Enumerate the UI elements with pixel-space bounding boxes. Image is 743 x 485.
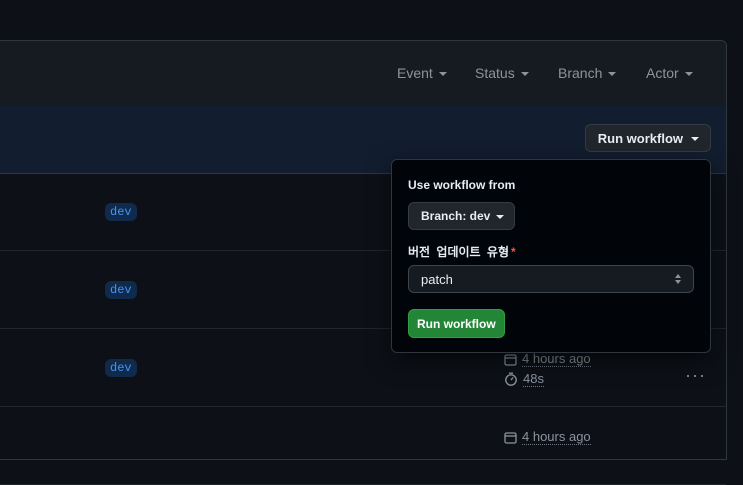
chevron-down-icon	[691, 136, 699, 141]
required-mark: *	[511, 245, 516, 259]
run-workflow-button[interactable]: Run workflow	[584, 124, 711, 152]
filter-actor[interactable]: Actor	[646, 65, 693, 81]
chevron-down-icon	[608, 71, 617, 76]
filter-actor-label: Actor	[646, 65, 679, 81]
filter-status[interactable]: Status	[475, 65, 529, 81]
run-time-text: 4 hours ago	[522, 429, 591, 445]
chevron-down-icon	[684, 71, 693, 76]
branch-badge[interactable]: dev	[105, 203, 137, 221]
run-workflow-submit-button[interactable]: Run workflow	[408, 309, 505, 338]
run-workflow-submit-label: Run workflow	[417, 316, 496, 331]
dropdown-title: Use workflow from	[408, 178, 516, 192]
branch-badge[interactable]: dev	[105, 359, 137, 377]
select-arrows-icon	[675, 274, 681, 284]
version-update-type-label: 버전 업데이트 유형 *	[408, 243, 516, 260]
branch-select-button[interactable]: Branch: dev	[408, 202, 516, 230]
filter-branch[interactable]: Branch	[558, 65, 617, 81]
filter-event[interactable]: Event	[397, 65, 447, 81]
run-duration: 48s	[504, 371, 544, 387]
filter-branch-label: Branch	[558, 65, 603, 81]
kebab-horizontal-icon[interactable]: ···	[685, 365, 706, 386]
version-update-type-value: patch	[421, 271, 453, 287]
chevron-down-icon	[496, 214, 505, 219]
filter-status-label: Status	[475, 65, 515, 81]
chevron-down-icon	[438, 71, 447, 76]
run-duration-text: 48s	[523, 371, 544, 387]
branch-badge[interactable]: dev	[105, 281, 137, 299]
filter-event-label: Event	[397, 65, 433, 81]
run-workflow-dropdown: Use workflow from Branch: dev 버전 업데이트 유형…	[391, 159, 711, 353]
calendar-icon	[504, 431, 517, 444]
run-time-text: 4 hours ago	[522, 351, 591, 367]
calendar-icon	[504, 353, 517, 366]
filter-bar: Event Status Branch Actor	[0, 41, 726, 107]
version-update-type-select[interactable]: patch	[408, 265, 694, 293]
version-update-type-label-text: 버전 업데이트 유형	[408, 245, 509, 259]
stopwatch-icon	[505, 372, 517, 386]
chevron-down-icon	[520, 71, 529, 76]
run-time: 4 hours ago	[504, 429, 591, 445]
branch-select-label: Branch: dev	[421, 209, 491, 223]
run-time: 4 hours ago	[504, 351, 591, 367]
run-workflow-button-label: Run workflow	[597, 130, 683, 146]
table-row[interactable]: 4 hours ago	[0, 407, 726, 485]
